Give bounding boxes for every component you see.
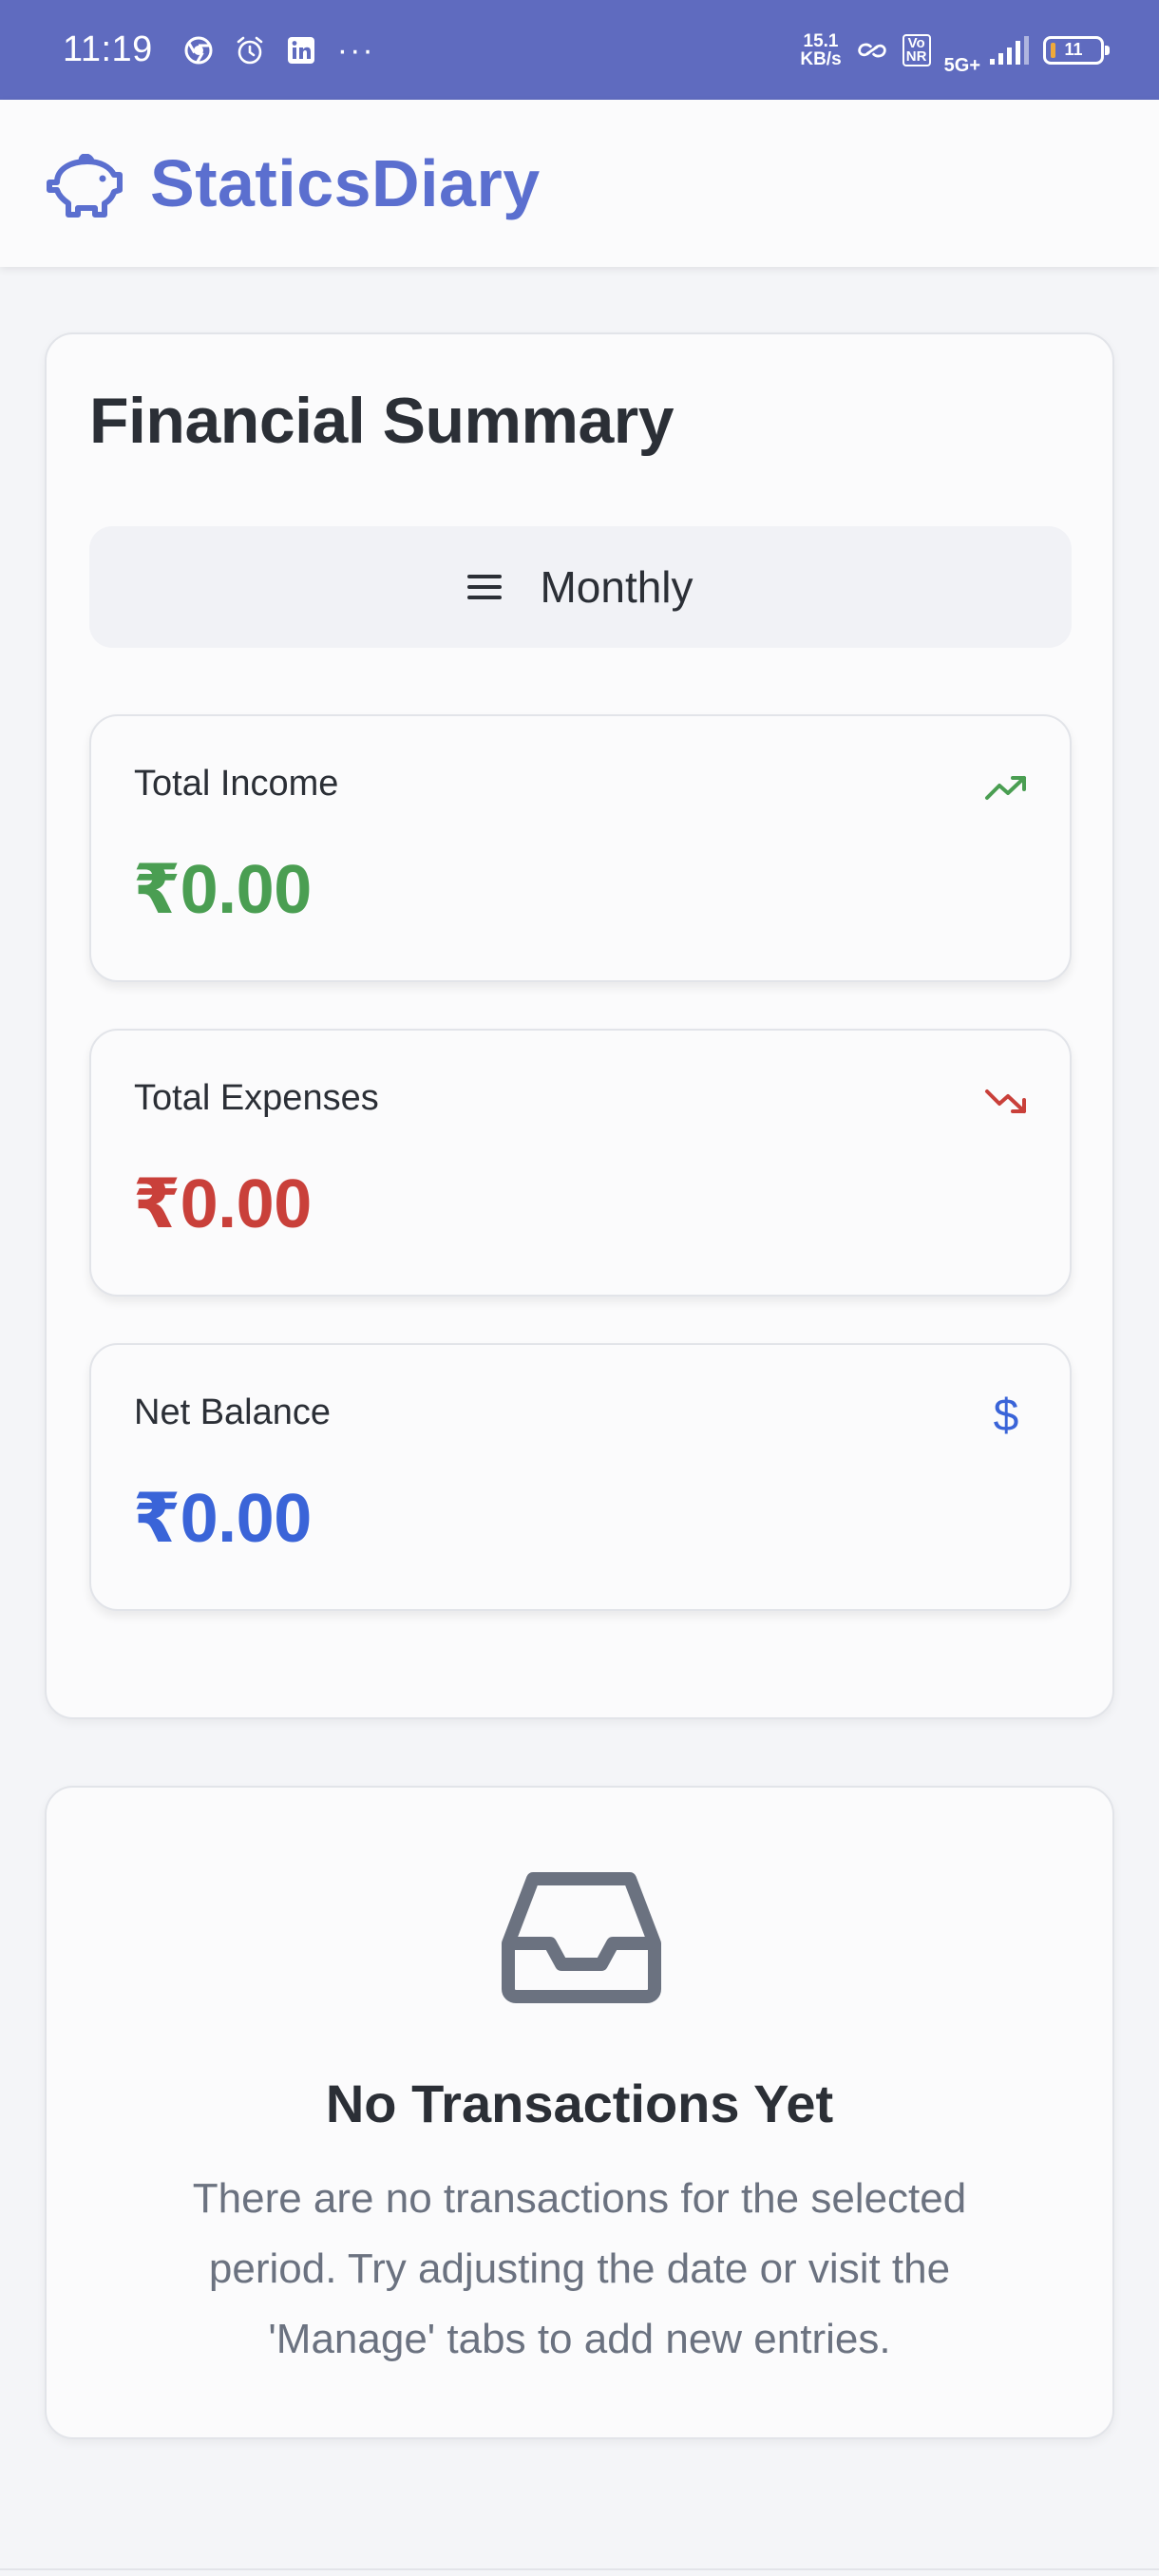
total-expenses-value: ₹0.00 (133, 1166, 312, 1242)
total-income-card: Total Income ₹0.00 (89, 714, 1072, 982)
net-balance-card: Net Balance $ ₹0.00 (89, 1343, 1072, 1611)
total-income-value: ₹0.00 (133, 852, 312, 928)
hotspot-link-icon (855, 33, 889, 67)
net-balance-label: Net Balance (134, 1392, 332, 1432)
bottom-divider (0, 2568, 1159, 2570)
financial-summary-card: Financial Summary Monthly Total Income ₹… (45, 332, 1114, 1719)
menu-icon (467, 575, 503, 599)
dollar-icon: $ (984, 1391, 1028, 1441)
net-balance-value: ₹0.00 (133, 1481, 312, 1557)
status-bar: 11:19 ··· 15.1 KB/s Vo NR 5G+ 11 (0, 0, 1159, 100)
alarm-icon (233, 33, 267, 67)
inbox-icon (502, 1872, 661, 2003)
empty-state-title: No Transactions Yet (325, 2074, 834, 2133)
volte-badge: Vo NR (902, 33, 931, 66)
status-left: 11:19 ··· (63, 29, 375, 70)
status-right: 15.1 KB/s Vo NR 5G+ 11 (800, 23, 1110, 77)
signal-icon (988, 33, 1030, 67)
more-notifications-icon: ··· (336, 31, 375, 68)
network-speed: 15.1 KB/s (800, 32, 841, 68)
total-expenses-card: Total Expenses ₹0.00 (89, 1029, 1072, 1297)
network-speed-value: 15.1 (803, 30, 839, 51)
battery-indicator: 11 (1043, 35, 1110, 65)
app-header: StaticsDiary (0, 100, 1159, 267)
total-expenses-label: Total Expenses (134, 1078, 379, 1118)
trending-up-icon (984, 766, 1028, 809)
volte-bottom: NR (905, 47, 927, 65)
summary-title: Financial Summary (89, 385, 674, 457)
piggy-bank-icon (47, 154, 123, 218)
empty-state-message: There are no transactions for the select… (192, 2175, 967, 2362)
status-time: 11:19 (63, 29, 153, 69)
period-selector-button[interactable]: Monthly (89, 526, 1072, 648)
chrome-icon (181, 33, 216, 67)
period-label: Monthly (540, 562, 694, 612)
linkedin-icon (284, 33, 318, 67)
network-speed-unit: KB/s (800, 48, 842, 69)
total-income-label: Total Income (134, 764, 339, 804)
empty-transactions-card: No Transactions Yet There are no transac… (45, 1786, 1114, 2439)
battery-level: 11 (1064, 40, 1083, 59)
app-title: StaticsDiary (150, 146, 541, 220)
trending-down-icon (984, 1080, 1028, 1124)
dollar-glyph: $ (993, 1391, 1019, 1441)
network-type: 5G+ (943, 55, 980, 76)
